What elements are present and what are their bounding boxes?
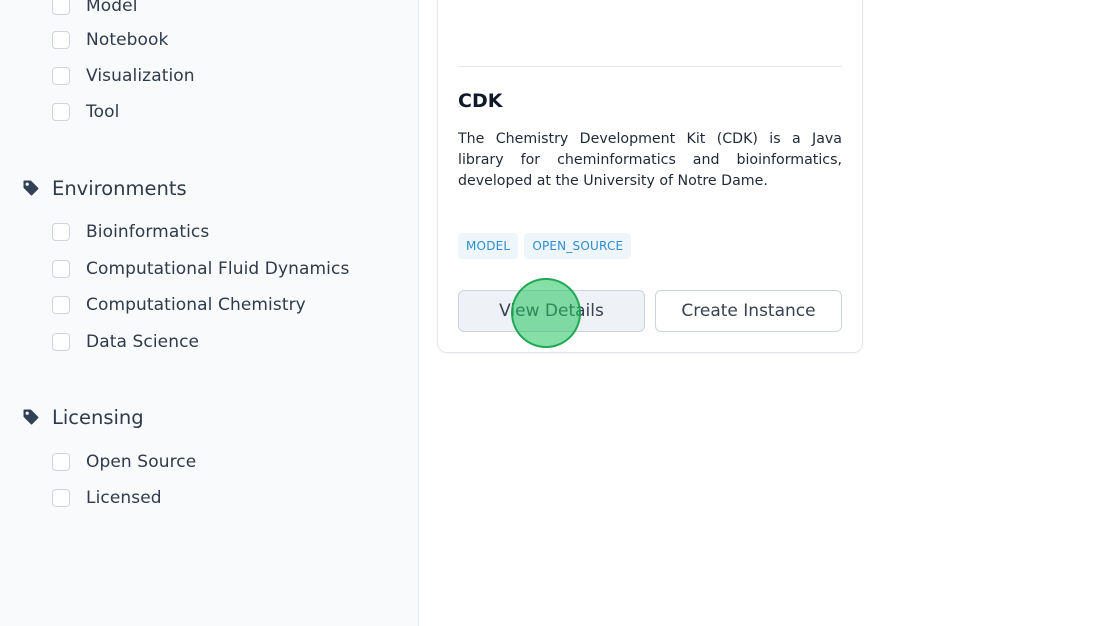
filter-option-data-science[interactable]: Data Science — [52, 331, 199, 353]
filter-sidebar: Model Notebook Visualization Tool Enviro… — [0, 0, 419, 626]
checkbox[interactable] — [52, 296, 70, 314]
filter-option-tool[interactable]: Tool — [52, 101, 119, 123]
card-title: CDK — [458, 90, 503, 112]
environments-heading: Environments — [22, 174, 187, 202]
checkbox[interactable] — [52, 489, 70, 507]
filter-option-visualization[interactable]: Visualization — [52, 65, 195, 87]
filter-option-label: Data Science — [86, 332, 200, 352]
tag-icon — [23, 180, 39, 196]
checkbox[interactable] — [52, 31, 70, 49]
filter-option-cfd[interactable]: Computational Fluid Dynamics — [52, 258, 349, 280]
filter-option-computational-chemistry[interactable]: Computational Chemistry — [52, 294, 306, 316]
filter-option-label: Bioinformatics — [86, 222, 210, 242]
checkbox[interactable] — [52, 333, 70, 351]
checkbox[interactable] — [52, 453, 70, 471]
checkbox[interactable] — [52, 67, 70, 85]
section-title: Environments — [52, 176, 187, 200]
filter-option-model[interactable]: Model — [52, 0, 138, 17]
card-description: The Chemistry Development Kit (CDK) is a… — [458, 131, 842, 189]
filter-option-label: Computational Chemistry — [86, 295, 306, 315]
checkbox[interactable] — [52, 0, 70, 15]
badge-model: MODEL — [458, 233, 519, 259]
card-divider — [458, 66, 842, 67]
checkbox[interactable] — [52, 223, 70, 241]
create-instance-button[interactable]: Create Instance — [655, 290, 842, 332]
checkbox[interactable] — [52, 260, 70, 278]
filter-option-label: Visualization — [86, 66, 195, 86]
checkbox[interactable] — [52, 103, 70, 121]
badge-open-source: OPEN_SOURCE — [524, 233, 632, 259]
filter-option-notebook[interactable]: Notebook — [52, 29, 168, 51]
filter-option-open-source[interactable]: Open Source — [52, 451, 196, 473]
filter-option-label: Computational Fluid Dynamics — [86, 259, 350, 279]
filter-option-bioinformatics[interactable]: Bioinformatics — [52, 221, 209, 243]
view-details-button[interactable]: View Details — [458, 290, 645, 332]
filter-option-label: Model — [86, 0, 138, 16]
filter-option-label: Tool — [86, 102, 120, 122]
tag-icon — [23, 409, 39, 425]
filter-option-label: Open Source — [86, 452, 197, 472]
section-title: Licensing — [52, 405, 144, 429]
licensing-heading: Licensing — [22, 403, 144, 431]
filter-option-licensed[interactable]: Licensed — [52, 487, 162, 509]
filter-option-label: Notebook — [86, 30, 169, 50]
filter-option-label: Licensed — [86, 488, 162, 508]
card-badges: MODEL OPEN_SOURCE — [458, 233, 632, 259]
